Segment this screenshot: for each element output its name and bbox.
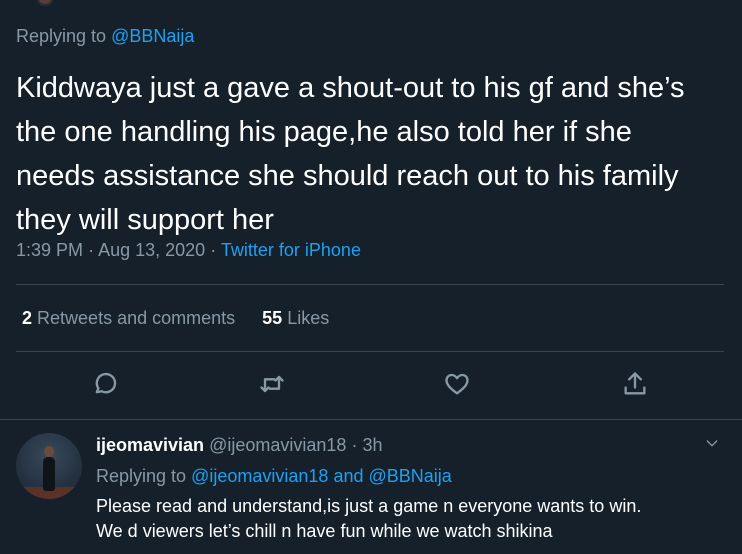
author-handle[interactable]: @ijeomavivian18 (209, 435, 346, 455)
meta-separator: · (88, 240, 95, 260)
mention-bbnaija-link[interactable]: @BBNaija (111, 26, 194, 46)
likes-count: 55 (262, 308, 283, 328)
reply-button[interactable] (85, 364, 125, 404)
tweet-text-line: they will support her (16, 204, 274, 236)
mention-ijeomavivian18-link[interactable]: @ijeomavivian18 (191, 466, 328, 486)
replying-to-conjunction: and (333, 466, 364, 486)
replying-to-label: Replying to (16, 26, 107, 46)
mention-bbnaija-link[interactable]: @BBNaija (369, 466, 452, 486)
divider (16, 351, 724, 352)
chevron-down-icon (706, 440, 718, 447)
tweet-text-line: Kiddwaya just a gave a shout-out to his … (16, 72, 685, 104)
tweet-text-line: the one handling his page,he also told h… (16, 116, 632, 148)
reply-timestamp[interactable]: 3h (362, 435, 382, 455)
tweet-text: Kiddwaya just a gave a shout-out to his … (16, 66, 721, 242)
tweet-text-line: needs assistance she should reach out to… (16, 160, 679, 192)
reply-text-line: We d viewers let’s chill n have fun whil… (96, 521, 553, 541)
reply-tweet-text: Please read and understand,is just a gam… (96, 494, 726, 544)
meta-separator: · (210, 240, 217, 260)
reply-tweet[interactable]: ijeomavivian @ijeomavivian18 · 3h Replyi… (0, 421, 742, 554)
tweet-meta: 1:39 PM · Aug 13, 2020 · Twitter for iPh… (16, 240, 361, 261)
tweet-stats: 2 Retweets and comments 55 Likes (22, 308, 329, 329)
avatar[interactable] (16, 433, 82, 499)
share-button[interactable] (615, 364, 655, 404)
divider (0, 419, 742, 420)
like-button[interactable] (437, 364, 477, 404)
replying-to-label: Replying to (96, 466, 187, 486)
share-icon (624, 372, 646, 395)
avatar-photo-head (44, 446, 54, 457)
reply-author-header: ijeomavivian @ijeomavivian18 · 3h (96, 435, 382, 456)
more-options-button[interactable] (704, 435, 724, 455)
tweet-time[interactable]: 1:39 PM (16, 240, 83, 260)
reply-replying-to-line: Replying to @ijeomavivian18 and @BBNaija (96, 466, 452, 487)
likes-label: Likes (287, 308, 330, 328)
tweet-date[interactable]: Aug 13, 2020 (98, 240, 205, 260)
avatar-photo-figure (43, 457, 55, 491)
retweet-button[interactable] (252, 364, 292, 404)
reply-text-line: Please read and understand,is just a gam… (96, 496, 642, 516)
comment-icon (95, 372, 117, 394)
retweets-stat[interactable]: 2 Retweets and comments (22, 308, 240, 328)
retweet-icon (260, 375, 284, 393)
divider (16, 284, 724, 285)
retweets-count: 2 (22, 308, 33, 328)
likes-stat[interactable]: 55 Likes (262, 308, 329, 328)
header-separator: · (351, 435, 358, 455)
replying-to-line: Replying to @BBNaija (16, 26, 194, 47)
author-name[interactable]: ijeomavivian (96, 435, 204, 455)
tweet-source-link[interactable]: Twitter for iPhone (221, 240, 361, 260)
retweets-label: Retweets and comments (37, 308, 236, 328)
heart-icon (445, 373, 469, 395)
previous-tweet-avatar[interactable] (36, 0, 54, 6)
